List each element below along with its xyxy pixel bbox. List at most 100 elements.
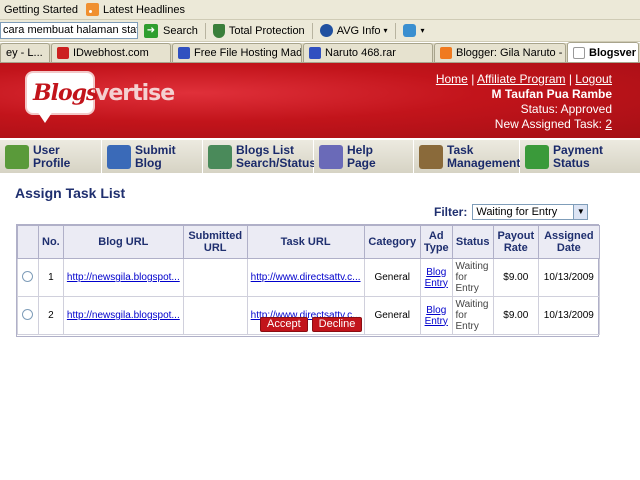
site-header: Blogs vertise Home | Affiliate Program |… — [0, 63, 640, 138]
ad-type-link[interactable]: Blog Entry — [425, 267, 448, 289]
decline-button[interactable]: Decline — [311, 317, 363, 332]
nav-submit-blog[interactable]: Submit Blog — [102, 140, 203, 173]
filter-value: Waiting for Entry — [476, 206, 558, 218]
link-separator: | — [568, 72, 572, 86]
nav-label: Blogs List Search/Status — [236, 142, 317, 170]
account-status: Status: Approved — [520, 102, 612, 116]
nav-help-page[interactable]: Help Page — [314, 140, 414, 173]
accept-button[interactable]: Accept — [260, 317, 308, 332]
page-title: Assign Task List — [15, 185, 126, 201]
blog-url-cell: http://newsgila.blogspot... — [62, 258, 184, 297]
tab-4[interactable]: Naruto 468.rar — [303, 43, 433, 62]
submitted-url-cell — [182, 258, 248, 297]
ad-type-link[interactable]: Blog Entry — [425, 305, 448, 327]
ad-type-cell: Blog Entry — [419, 296, 453, 335]
col-blog-url: Blog URL — [62, 225, 184, 259]
toolbar-separator — [311, 22, 313, 39]
table-header-row: No. Blog URL Submitted URL Task URL Cate… — [17, 225, 601, 259]
payout-cell: $9.00 — [492, 258, 539, 297]
col-assigned-date: Assigned Date — [537, 225, 601, 259]
ie-icon — [402, 24, 416, 37]
nav-task-management[interactable]: Task Management — [414, 140, 520, 173]
date-cell: 10/13/2009 — [537, 258, 601, 297]
col-ad-type: Ad Type — [419, 225, 453, 259]
search-input[interactable]: cara membuat halaman statis — [0, 22, 138, 39]
col-no: No. — [37, 225, 64, 259]
filter-control: Filter: Waiting for Entry ▼ — [434, 204, 589, 220]
search-button[interactable]: Search — [158, 25, 203, 37]
tab-3[interactable]: Free File Hosting Mad... — [172, 43, 302, 62]
protection-label: Total Protection — [228, 24, 305, 37]
bookmark-latest-headlines[interactable]: Latest Headlines — [82, 1, 189, 19]
nav-label: Submit Blog — [135, 142, 176, 170]
assigned-count-link[interactable]: 2 — [605, 117, 612, 131]
logo-bubble-tail — [37, 111, 53, 123]
tab-label: ey - L... — [6, 47, 43, 59]
home-link[interactable]: Home — [436, 72, 468, 86]
task-url-link[interactable]: http://www.directsattv.c... — [251, 272, 361, 283]
chevron-down-icon[interactable]: ▼ — [573, 205, 588, 219]
nav-payment-status[interactable]: Payment Status — [520, 140, 640, 173]
filter-label: Filter: — [434, 205, 468, 219]
bookmark-getting-started[interactable]: Getting Started — [0, 1, 82, 19]
tab-label: Free File Hosting Mad... — [194, 47, 302, 59]
tab-6-active[interactable]: Blogsver — [567, 42, 639, 62]
select-cell — [17, 258, 39, 297]
tab-label: Blogger: Gila Naruto - ... — [456, 47, 566, 59]
avg-label: AVG Info — [336, 24, 381, 37]
nav-user-profile[interactable]: User Profile — [0, 140, 102, 173]
payment-status-icon — [525, 144, 549, 169]
filter-select[interactable]: Waiting for Entry ▼ — [472, 204, 589, 220]
main-nav: User Profile Submit Blog Blogs List Search/… — [0, 140, 640, 173]
chevron-down-icon: ▾ — [383, 26, 388, 35]
col-task-url: Task URL — [246, 225, 365, 259]
col-category: Category — [363, 225, 421, 259]
logout-link[interactable]: Logout — [575, 72, 612, 86]
col-select — [17, 225, 39, 259]
blogsvertise-logo[interactable]: Blogs vertise — [25, 71, 185, 123]
tab-label: Blogsver — [589, 46, 637, 59]
nav-label: Payment Status — [553, 142, 604, 170]
link-separator: | — [471, 72, 475, 86]
avg-icon — [319, 24, 333, 37]
search-label: Search — [163, 24, 198, 37]
tab-2[interactable]: IDwebhost.com — [51, 43, 171, 62]
row-no: 1 — [37, 258, 64, 297]
search-toolbar: cara membuat halaman statis ➜ Search Tot… — [0, 20, 640, 42]
shield-icon — [212, 23, 225, 38]
header-links: Home | Affiliate Program | Logout — [436, 72, 612, 87]
task-url-cell: http://www.directsattv.c... — [246, 258, 365, 297]
ie-tools-button[interactable]: ▾ — [398, 24, 430, 37]
tab-1[interactable]: ey - L... — [0, 43, 50, 62]
go-arrow-icon[interactable]: ➜ — [144, 23, 158, 38]
task-actions: Accept Decline — [260, 317, 366, 332]
total-protection-button[interactable]: Total Protection — [208, 23, 310, 38]
affiliate-program-link[interactable]: Affiliate Program — [477, 72, 565, 86]
blog-url-link[interactable]: http://newsgila.blogspot... — [67, 310, 180, 321]
browser-tabs: ey - L... IDwebhost.com Free File Hostin… — [0, 42, 640, 63]
site-favicon-icon — [178, 47, 190, 59]
tab-5[interactable]: Blogger: Gila Naruto - ... x — [434, 43, 566, 62]
blogs-list-icon — [208, 144, 232, 169]
nav-label: User Profile — [33, 142, 71, 170]
site-favicon-icon — [57, 47, 69, 59]
nav-blogs-list[interactable]: Blogs List Search/Status — [203, 140, 317, 173]
table-row: 1 http://newsgila.blogspot... http://www… — [17, 258, 601, 297]
payout-cell: $9.00 — [492, 296, 539, 335]
site-favicon-icon — [309, 47, 321, 59]
blog-url-cell: http://newsgila.blogspot... — [62, 296, 184, 335]
row-no: 2 — [37, 296, 64, 335]
category-cell: General — [363, 258, 421, 297]
status-cell: Waiting for Entry — [451, 258, 494, 297]
blog-url-link[interactable]: http://newsgila.blogspot... — [67, 272, 180, 283]
avg-info-button[interactable]: AVG Info ▾ — [315, 24, 393, 37]
toolbar-separator — [394, 22, 396, 39]
nav-label: Task Management — [447, 142, 521, 170]
bookmark-label: Getting Started — [4, 3, 78, 16]
row-radio[interactable] — [22, 308, 34, 320]
submit-blog-icon — [107, 144, 131, 169]
new-assigned-task: New Assigned Task: 2 — [436, 117, 612, 132]
user-profile-icon — [5, 144, 29, 169]
row-radio[interactable] — [22, 270, 34, 282]
tab-label: IDwebhost.com — [73, 47, 149, 59]
